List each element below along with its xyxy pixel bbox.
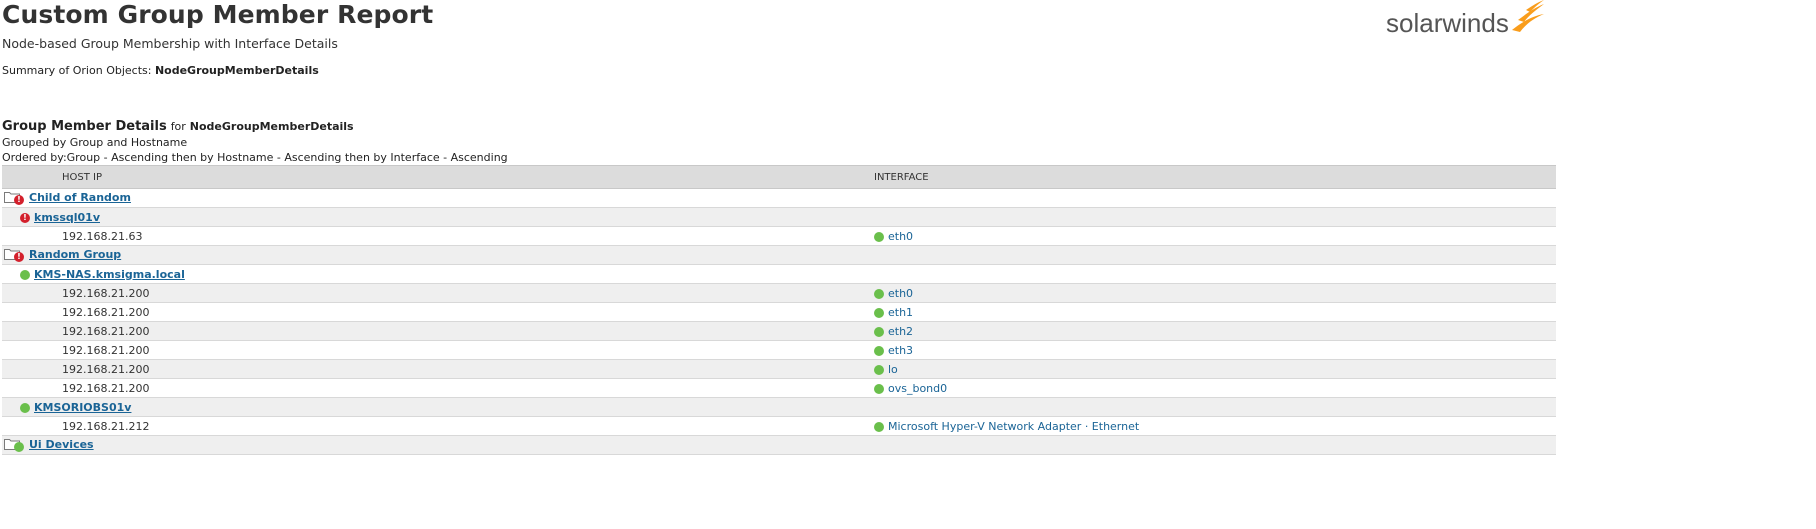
interface-link[interactable]: ovs_bond0 [888, 382, 947, 395]
summary-line: Summary of Orion Objects: NodeGroupMembe… [2, 64, 1562, 78]
up-status-icon [14, 442, 24, 452]
group-cell: ! Child of Random [2, 188, 1556, 208]
group-member-details-section: Group Member Details for NodeGroupMember… [2, 118, 1556, 455]
folder-icon: ! [4, 191, 26, 205]
up-status-icon [874, 383, 884, 394]
node-row: KMSORIOBS01v [2, 397, 1556, 417]
interface-link[interactable]: eth1 [888, 306, 913, 319]
node-row: KMS-NAS.kmsigma.local [2, 264, 1556, 284]
group-row: ! Child of Random [2, 188, 1556, 208]
group-member-table: HOST IP INTERFACE ! Child of Random! kmssq… [2, 165, 1556, 455]
interface-cell: Microsoft Hyper-V Network Adapter · Ethe… [872, 416, 1556, 436]
table-row: 192.168.21.200 eth0 [2, 283, 1556, 303]
up-status-icon [874, 307, 884, 318]
host-ip-cell: 192.168.21.200 [2, 302, 872, 322]
section-for-label: for [170, 120, 186, 133]
interface-cell: eth0 [872, 283, 1556, 303]
section-title-text: Group Member Details [2, 119, 167, 134]
group-row: Ui Devices [2, 435, 1556, 455]
node-cell: ! kmssql01v [2, 207, 1556, 227]
group-link[interactable]: Random Group [29, 248, 121, 261]
node-cell: KMS-NAS.kmsigma.local [2, 264, 1556, 284]
group-link[interactable]: Ui Devices [29, 438, 94, 451]
column-header-interface[interactable]: INTERFACE [872, 165, 1556, 189]
table-body: ! Child of Random! kmssql01v 192.168.21.63 e… [2, 188, 1556, 455]
interface-cell: eth0 [872, 226, 1556, 246]
logo-wordmark: solarwinds [1386, 8, 1509, 38]
table-row: 192.168.21.200 eth1 [2, 302, 1556, 322]
up-status-icon [874, 364, 884, 375]
host-ip-cell: 192.168.21.200 [2, 283, 872, 303]
summary-value: NodeGroupMemberDetails [154, 64, 319, 77]
host-ip-cell: 192.168.21.200 [2, 340, 872, 360]
interface-cell: ovs_bond0 [872, 378, 1556, 398]
interface-link[interactable]: eth0 [888, 287, 913, 300]
solarwinds-logo: solarwinds [1386, 0, 1544, 40]
logo-flame-icon [1512, 0, 1544, 32]
section-target: NodeGroupMemberDetails [189, 120, 354, 133]
host-ip-cell: 192.168.21.200 [2, 378, 872, 398]
group-cell: Ui Devices [2, 435, 1556, 455]
critical-status-icon: ! [20, 212, 30, 223]
up-status-icon [874, 345, 884, 356]
interface-link[interactable]: eth2 [888, 325, 913, 338]
node-cell: KMSORIOBS01v [2, 397, 1556, 417]
up-status-icon [874, 421, 884, 432]
report-header: Custom Group Member Report Node-based Gr… [2, 0, 1562, 78]
ordered-by-text: Ordered by:Group - Ascending then by Hos… [2, 151, 508, 164]
node-link[interactable]: KMSORIOBS01v [34, 401, 131, 414]
host-ip-cell: 192.168.21.200 [2, 359, 872, 379]
interface-cell: lo [872, 359, 1556, 379]
node-link[interactable]: KMS-NAS.kmsigma.local [34, 268, 185, 281]
interface-link[interactable]: eth3 [888, 344, 913, 357]
table-row: 192.168.21.200 ovs_bond0 [2, 378, 1556, 398]
group-cell: ! Random Group [2, 245, 1556, 265]
up-status-icon [20, 402, 30, 413]
up-status-icon [874, 288, 884, 299]
folder-icon [4, 438, 26, 452]
interface-cell: eth2 [872, 321, 1556, 341]
page-subtitle: Node-based Group Membership with Interfa… [2, 36, 338, 51]
group-row: ! Random Group [2, 245, 1556, 265]
critical-status-icon: ! [14, 252, 24, 262]
table-row: 192.168.21.200 lo [2, 359, 1556, 379]
grouped-by-text: Grouped by Group and Hostname [2, 136, 188, 149]
up-status-icon [874, 231, 884, 242]
host-ip-cell: 192.168.21.200 [2, 321, 872, 341]
interface-link[interactable]: eth0 [888, 230, 913, 243]
column-header-host-ip[interactable]: HOST IP [2, 165, 872, 189]
page-title: Custom Group Member Report [2, 0, 434, 29]
group-link[interactable]: Child of Random [29, 191, 131, 204]
node-row: ! kmssql01v [2, 207, 1556, 227]
table-header-row: HOST IP INTERFACE [2, 165, 1556, 189]
interface-cell: eth1 [872, 302, 1556, 322]
up-status-icon [874, 326, 884, 337]
node-link[interactable]: kmssql01v [34, 211, 100, 224]
table-row: 192.168.21.212 Microsoft Hyper-V Network … [2, 416, 1556, 436]
table-row: 192.168.21.200 eth2 [2, 321, 1556, 341]
section-title: Group Member Details for NodeGroupMember… [2, 118, 1556, 135]
folder-icon: ! [4, 248, 26, 262]
critical-status-icon: ! [14, 195, 24, 205]
table-row: 192.168.21.200 eth3 [2, 340, 1556, 360]
interface-link[interactable]: lo [888, 363, 898, 376]
host-ip-cell: 192.168.21.63 [2, 226, 872, 246]
up-status-icon [20, 269, 30, 280]
interface-link[interactable]: Microsoft Hyper-V Network Adapter · Ethe… [888, 420, 1139, 433]
table-row: 192.168.21.63 eth0 [2, 226, 1556, 246]
summary-label: Summary of Orion Objects: [2, 64, 152, 77]
interface-cell: eth3 [872, 340, 1556, 360]
host-ip-cell: 192.168.21.212 [2, 416, 872, 436]
